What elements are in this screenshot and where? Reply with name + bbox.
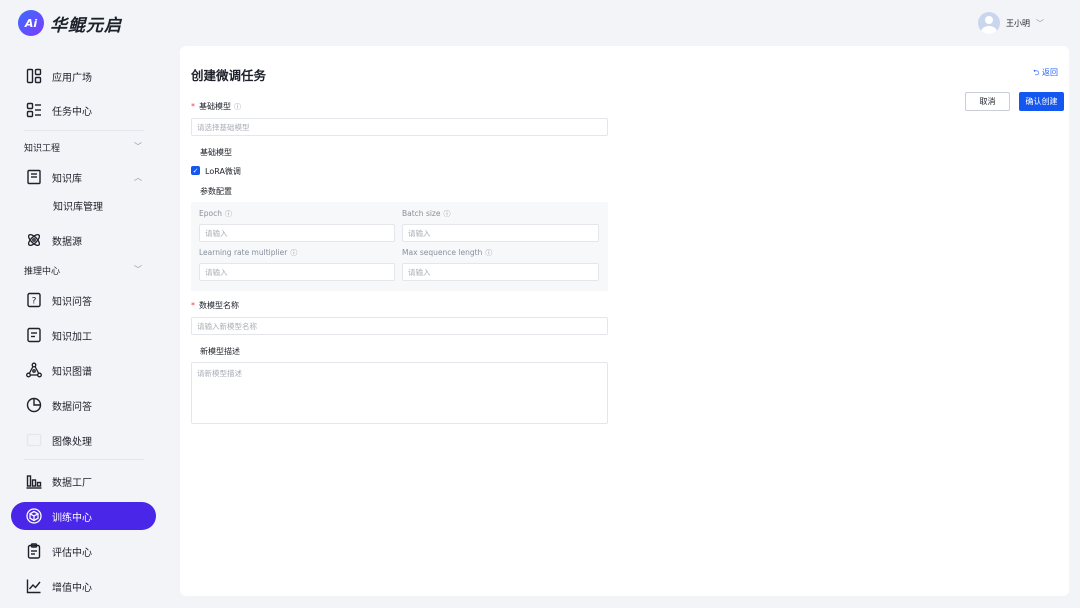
param-config-panel: Epoch ⓘ 请输入 Batch size ⓘ 请输入 Learning rate…	[191, 202, 608, 291]
base-model-label: 基础模型	[199, 102, 231, 111]
chevron-down-icon[interactable]: ﹀	[134, 141, 142, 152]
sidebar-item-label: 应用广场	[52, 72, 92, 84]
sidebar-item-knowledge-base-manage[interactable]: 知识库管理	[53, 198, 103, 213]
graph-icon	[26, 362, 42, 378]
image-icon	[26, 432, 42, 448]
sidebar-item-label: 数据工厂	[52, 477, 92, 489]
sidebar-item-evaluation-center[interactable]: 评估中心	[11, 537, 156, 565]
lr-multiplier-label-row: Learning rate multiplier ⓘ	[199, 248, 297, 258]
user-name: 王小明	[1006, 18, 1030, 28]
new-model-name-label-row: * 数模型名称	[191, 300, 239, 311]
sidebar-item-task-center[interactable]: 任务中心	[11, 96, 156, 124]
group-inference-center[interactable]: 推理中心	[24, 264, 60, 277]
lr-multiplier-input[interactable]: 请输入	[199, 263, 395, 281]
cube-icon	[26, 508, 42, 524]
batch-size-label: Batch size	[402, 209, 441, 218]
svg-text:?: ?	[32, 297, 37, 307]
info-icon[interactable]: ⓘ	[290, 249, 297, 257]
sidebar-item-label: 知识图谱	[52, 366, 92, 378]
pie-chart-icon	[26, 397, 42, 413]
sidebar-item-knowledge-graph[interactable]: 知识图谱	[11, 356, 156, 384]
sidebar-item-label: 知识加工	[52, 331, 92, 343]
sidebar-item-data-factory[interactable]: 数据工厂	[11, 467, 156, 495]
required-mark: *	[191, 301, 195, 310]
sidebar-item-value-added-center[interactable]: 增值中心	[11, 572, 156, 600]
trend-icon	[26, 578, 42, 594]
info-icon[interactable]: ⓘ	[444, 210, 451, 218]
lora-label: LoRA微调	[205, 167, 241, 176]
sidebar-item-image-processing[interactable]: 图像处理	[11, 426, 156, 454]
sidebar-item-label: 数据问答	[52, 401, 92, 413]
back-link[interactable]: ⮌ 返回	[1033, 67, 1058, 81]
base-model-select[interactable]: 请选择基础模型	[191, 118, 608, 136]
epoch-label-row: Epoch ⓘ	[199, 209, 232, 219]
sidebar-item-training-center[interactable]: 训练中心	[11, 502, 156, 530]
bar-chart-icon	[26, 473, 42, 489]
task-list-icon	[26, 102, 42, 118]
atom-icon	[26, 232, 42, 248]
sidebar-item-label: 知识库	[52, 173, 82, 185]
lora-checkbox[interactable]: ✓	[191, 166, 200, 175]
app-logo: Ai 华鲲元启	[18, 10, 122, 36]
apps-icon	[26, 68, 42, 84]
new-model-name-input[interactable]: 请输入新模型名称	[191, 317, 608, 335]
divider	[24, 130, 144, 131]
lr-multiplier-label: Learning rate multiplier	[199, 248, 288, 257]
page-title: 创建微调任务	[191, 68, 267, 83]
sidebar-item-data-source[interactable]: 数据源	[11, 226, 156, 254]
epoch-input[interactable]: 请输入	[199, 224, 395, 242]
cancel-button[interactable]: 取消	[965, 92, 1010, 111]
new-model-desc-label: 新模型描述	[200, 347, 240, 356]
sidebar-item-label: 训练中心	[52, 512, 92, 524]
clipboard-icon	[26, 543, 42, 559]
sidebar-item-label: 知识问答	[52, 296, 92, 308]
sidebar-item-label: 任务中心	[52, 106, 92, 118]
chevron-down-icon[interactable]: ﹀	[134, 264, 142, 275]
info-icon[interactable]: ⓘ	[234, 103, 241, 111]
max-seq-length-input[interactable]: 请输入	[402, 263, 599, 281]
info-icon[interactable]: ⓘ	[225, 210, 232, 218]
avatar	[978, 12, 1000, 34]
sidebar-item-data-qa[interactable]: 数据问答	[11, 391, 156, 419]
question-icon: ?	[26, 292, 42, 308]
batch-size-input[interactable]: 请输入	[402, 224, 599, 242]
sidebar-item-label: 图像处理	[52, 436, 92, 448]
required-mark: *	[191, 102, 195, 111]
app-name: 华鲲元启	[50, 15, 122, 36]
book-icon	[26, 169, 42, 185]
sidebar-item-label: 增值中心	[52, 582, 92, 594]
return-icon: ⮌	[1033, 68, 1040, 77]
group-knowledge-engineering[interactable]: 知识工程	[24, 141, 60, 154]
user-menu[interactable]: 王小明 ﹀	[978, 12, 1044, 34]
max-seq-length-label: Max sequence length	[402, 248, 483, 257]
confirm-create-button[interactable]: 确认创建	[1019, 92, 1064, 111]
sidebar-item-app-square[interactable]: 应用广场	[11, 62, 156, 90]
sidebar-item-knowledge-processing[interactable]: 知识加工	[11, 321, 156, 349]
param-config-label: 参数配置	[200, 187, 232, 196]
divider	[24, 459, 144, 460]
max-seq-length-label-row: Max sequence length ⓘ	[402, 248, 492, 258]
chevron-up-icon[interactable]: ︿	[134, 172, 142, 183]
new-model-desc-textarea[interactable]: 请新模型描述	[191, 362, 608, 424]
sidebar-item-knowledge-qa[interactable]: ? 知识问答	[11, 286, 156, 314]
new-model-name-label: 数模型名称	[199, 301, 239, 310]
base-model-label-row: * 基础模型 ⓘ	[191, 101, 241, 112]
batch-size-label-row: Batch size ⓘ	[402, 209, 451, 219]
base-model-section-label: 基础模型	[200, 148, 232, 157]
info-icon[interactable]: ⓘ	[485, 249, 492, 257]
main-card: 创建微调任务 ⮌ 返回 取消 确认创建 * 基础模型 ⓘ 请选择基础模型 基础模型 …	[180, 46, 1069, 596]
chevron-down-icon: ﹀	[1036, 18, 1044, 28]
back-label: 返回	[1042, 68, 1058, 77]
sidebar-item-label: 数据源	[52, 236, 82, 248]
epoch-label: Epoch	[199, 209, 222, 218]
sidebar-item-label: 评估中心	[52, 547, 92, 559]
logo-mark: Ai	[18, 10, 44, 36]
document-icon	[26, 327, 42, 343]
